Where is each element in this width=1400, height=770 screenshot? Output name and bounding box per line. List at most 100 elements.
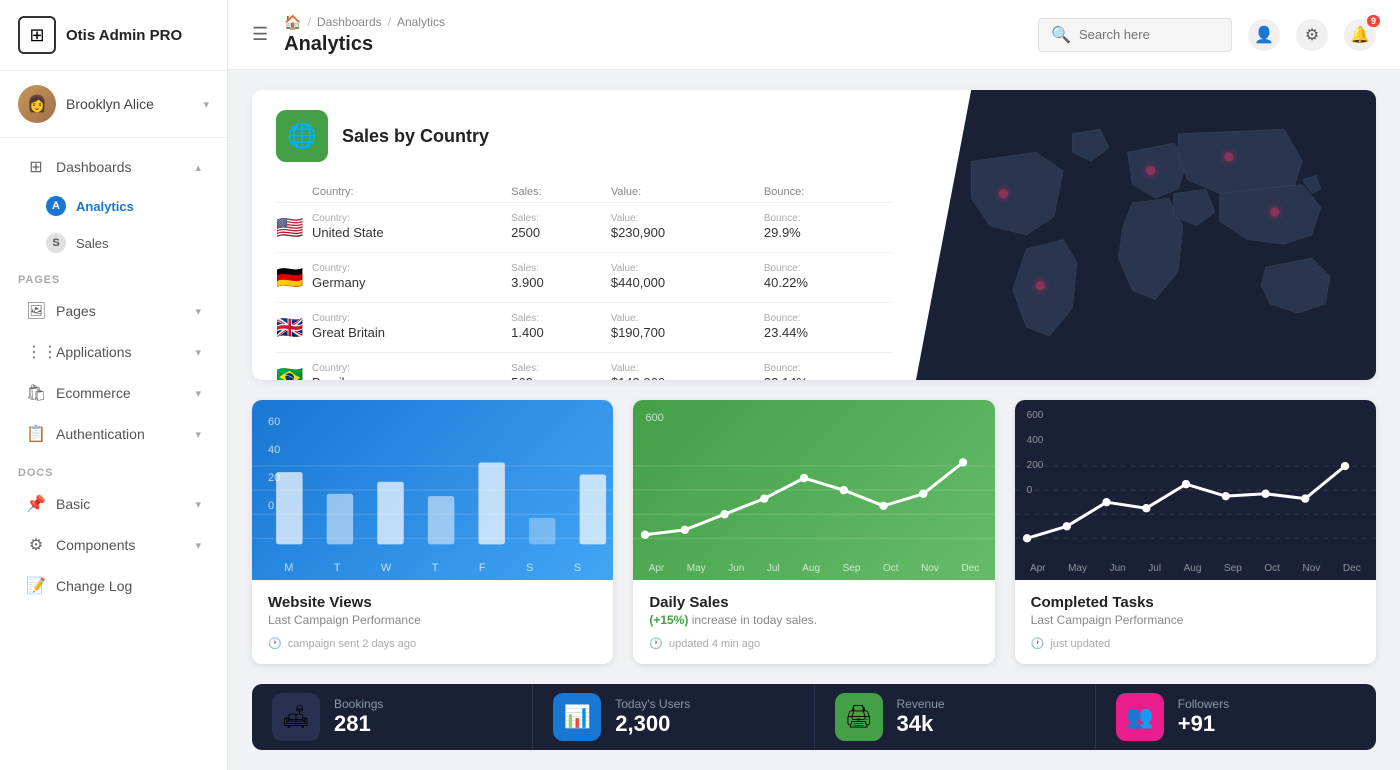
table-row: 🇩🇪 Country: Germany Sales: 3.900 Value: … [276,253,892,303]
search-box[interactable]: 🔍 [1038,18,1232,52]
chevron-down-icon-4: ▾ [195,428,201,441]
sales-card-title: Sales by Country [342,126,489,147]
sidebar-item-authentication[interactable]: 📋 Authentication ▾ [8,414,219,454]
col-sales: Sales: [511,182,611,203]
sales-country-map [916,90,1376,380]
completed-tasks-title: Completed Tasks [1031,594,1360,611]
followers-label: Followers [1178,697,1356,711]
completed-tasks-chart: 600 400 200 0 Apr May Jun Jul Aug Sep Oc… [1015,400,1376,580]
country-flag: 🇩🇪 [276,253,312,303]
logo-text: Otis Admin PRO [66,27,182,44]
sidebar-item-analytics[interactable]: A Analytics [8,188,219,224]
daily-sales-subtitle-text: increase in today sales. [692,613,817,627]
daily-sales-highlight: (+15%) [649,613,688,627]
main-content: ☰ 🏠 / Dashboards / Analytics Analytics 🔍… [228,0,1400,770]
sales-country-left: 🌐 Sales by Country Country: Sales: Value… [252,90,916,380]
content-area: 🌐 Sales by Country Country: Sales: Value… [228,70,1400,770]
sidebar-item-applications[interactable]: ⋮⋮ Applications ▾ [8,332,219,372]
revenue-label: Revenue [897,697,1075,711]
country-sales: Sales: 562 [511,353,611,381]
stat-revenue: 🖨 Revenue 34k [815,684,1096,750]
stat-users: 📊 Today's Users 2,300 [533,684,814,750]
country-flag: 🇧🇷 [276,353,312,381]
table-row: 🇺🇸 Country: United State Sales: 2500 Val… [276,203,892,253]
changelog-label: Change Log [56,578,132,594]
website-views-info: Website Views Last Campaign Performance … [252,580,613,664]
completed-tasks-info: Completed Tasks Last Campaign Performanc… [1015,580,1376,664]
sidebar-user[interactable]: 👩 Brooklyn Alice ▾ [0,71,227,138]
chevron-down-icon: ▾ [195,305,201,318]
dashboards-label: Dashboards [56,159,132,175]
sidebar-nav: ⊞ Dashboards ▴ A Analytics S Sales PAGES… [0,138,227,770]
chevron-down-icon: ▾ [203,98,209,111]
user-name: Brooklyn Alice [66,96,203,112]
components-label: Components [56,537,135,553]
chevron-down-icon-5: ▾ [195,498,201,511]
logo-icon: ⊞ [18,16,56,54]
country-value: Value: $143,960 [611,353,764,381]
daily-sales-title: Daily Sales [649,594,978,611]
home-icon: 🏠 [284,14,301,31]
revenue-icon-box: 🖨 [835,693,883,741]
country-bounce: Bounce: 32.14% [764,353,892,381]
stat-followers: 👥 Followers +91 [1096,684,1376,750]
sidebar-item-dashboards[interactable]: ⊞ Dashboards ▴ [8,147,219,187]
chevron-down-icon-2: ▾ [195,346,201,359]
country-name: Country: Brasil [312,353,511,381]
auth-label: Authentication [56,426,145,442]
clock-icon: 🕐 [268,637,282,650]
sales-letter: S [46,233,66,253]
col-bounce: Bounce: [764,182,892,203]
sidebar-item-sales[interactable]: S Sales [8,225,219,261]
users-info: Today's Users 2,300 [615,697,793,737]
revenue-value: 34k [897,711,1075,737]
country-table: Country: Sales: Value: Bounce: 🇺🇸 Countr… [276,182,892,380]
sidebar-item-components[interactable]: ⚙ Components ▾ [8,525,219,565]
applications-icon: ⋮⋮ [26,342,46,362]
country-bounce: Bounce: 23.44% [764,303,892,353]
docs-section-label: DOCS [0,455,227,483]
user-profile-button[interactable]: 👤 [1248,19,1280,51]
auth-icon: 📋 [26,424,46,444]
breadcrumb-dashboards[interactable]: Dashboards [317,15,382,29]
bookings-icon-box: 🛋 [272,693,320,741]
daily-sales-card: 600 [633,400,994,664]
country-value: Value: $440,000 [611,253,764,303]
sidebar-item-pages[interactable]: 🖼 Pages ▾ [8,291,219,331]
daily-sales-info: Daily Sales (+15%) increase in today sal… [633,580,994,664]
country-value: Value: $230,900 [611,203,764,253]
chevron-up-icon: ▴ [195,161,201,174]
notification-badge: 9 [1367,15,1380,27]
line-chart-tasks-svg [1015,448,1376,556]
sidebar-item-ecommerce[interactable]: 🛍 Ecommerce ▾ [8,373,219,413]
line-chart-daily-svg [633,448,994,556]
table-row: 🇧🇷 Country: Brasil Sales: 562 Value: $14… [276,353,892,381]
header-right: 🔍 👤 ⚙ 🔔 9 [1038,18,1376,52]
followers-icon-box: 👥 [1116,693,1164,741]
country-name: Country: Germany [312,253,511,303]
header: ☰ 🏠 / Dashboards / Analytics Analytics 🔍… [228,0,1400,70]
sidebar-item-basic[interactable]: 📌 Basic ▾ [8,484,219,524]
basic-label: Basic [56,496,90,512]
website-views-card: 60 40 20 0 [252,400,613,664]
country-flag: 🇺🇸 [276,203,312,253]
breadcrumb-sep-1: / [308,15,311,29]
ecommerce-icon: 🛍 [26,383,46,403]
search-input[interactable] [1079,27,1219,42]
page-title: Analytics [284,33,373,56]
analytics-letter: A [46,196,66,216]
applications-label: Applications [56,344,132,360]
changelog-icon: 📝 [26,576,46,596]
notifications-button[interactable]: 🔔 9 [1344,19,1376,51]
bookings-label: Bookings [334,697,512,711]
pages-icon: 🖼 [26,301,46,321]
sidebar-item-changelog[interactable]: 📝 Change Log [8,566,219,606]
analytics-label: Analytics [76,199,134,214]
settings-button[interactable]: ⚙ [1296,19,1328,51]
map-dot-usa [999,189,1008,198]
pages-section-label: PAGES [0,262,227,290]
chevron-down-icon-6: ▾ [195,539,201,552]
daily-sales-subtitle: (+15%) increase in today sales. [649,613,978,627]
country-name: Country: Great Britain [312,303,511,353]
menu-icon[interactable]: ☰ [252,24,268,45]
